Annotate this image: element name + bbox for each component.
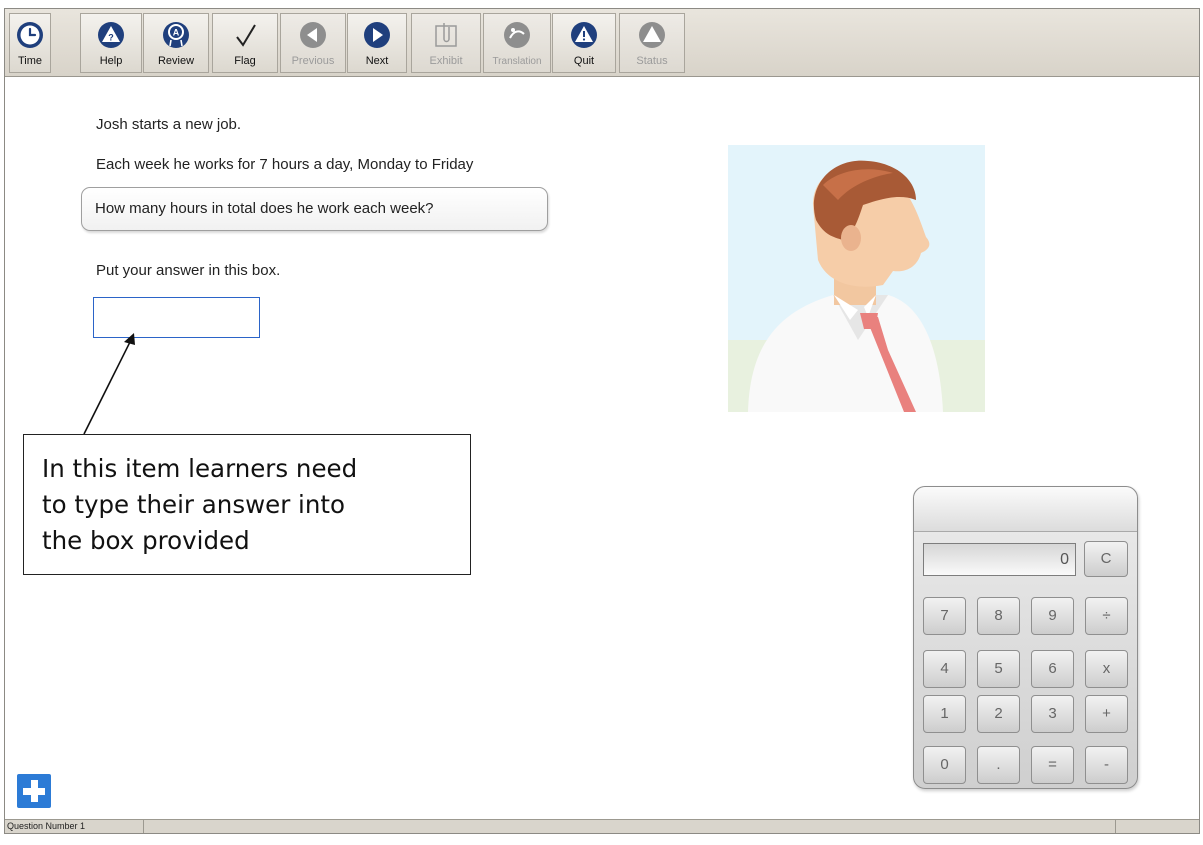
warning-icon: [571, 22, 597, 48]
svg-text:A: A: [173, 28, 180, 38]
calculator-key-equals[interactable]: =: [1031, 746, 1074, 784]
calculator-key-multiply[interactable]: x: [1085, 650, 1128, 688]
calculator-key-add[interactable]: +: [1085, 695, 1128, 733]
calculator-key-9[interactable]: 9: [1031, 597, 1074, 635]
previous-button-label: Previous: [291, 55, 335, 67]
calculator-key-subtract[interactable]: -: [1085, 746, 1128, 784]
review-button[interactable]: A Review: [143, 13, 209, 73]
calculator-key-decimal[interactable]: .: [977, 746, 1020, 784]
calculator-key-7[interactable]: 7: [923, 597, 966, 635]
businessman-portrait: [728, 145, 985, 412]
next-button[interactable]: Next: [347, 13, 407, 73]
calculator-key-2[interactable]: 2: [977, 695, 1020, 733]
callout-line-2: to type their answer into: [42, 490, 345, 519]
status-button-label: Status: [636, 55, 668, 67]
next-arrow-icon: [364, 22, 390, 48]
calculator-key-4[interactable]: 4: [923, 650, 966, 688]
calculator: 0 C 7 8 9 ÷ 4 5 6 x 1 2 3 + 0 . = -: [913, 486, 1138, 789]
calculator-key-0[interactable]: 0: [923, 746, 966, 784]
status-divider: [143, 820, 144, 833]
calculator-key-divide[interactable]: ÷: [1085, 597, 1128, 635]
translation-icon: [504, 22, 530, 48]
callout-box: In this item learners need to type their…: [23, 434, 471, 575]
expand-plus-button[interactable]: [17, 774, 51, 808]
calculator-key-8[interactable]: 8: [977, 597, 1020, 635]
calculator-display: 0: [923, 543, 1076, 576]
calculator-key-6[interactable]: 6: [1031, 650, 1074, 688]
quit-button-label: Quit: [573, 55, 595, 67]
exhibit-button[interactable]: Exhibit: [411, 13, 481, 73]
status-divider: [1115, 820, 1116, 833]
calculator-key-5[interactable]: 5: [977, 650, 1020, 688]
time-button[interactable]: Time: [9, 13, 51, 73]
svg-text:?: ?: [108, 33, 114, 43]
paperclip-icon: [435, 23, 457, 47]
toolbar: Time ? Help A Review Flag Previous Next …: [5, 9, 1199, 77]
question-number: Question Number 1: [7, 821, 86, 831]
question-line-1: Josh starts a new job.: [96, 116, 242, 133]
status-icon: [639, 22, 665, 48]
calculator-key-clear[interactable]: C: [1084, 541, 1128, 577]
clock-icon: [17, 22, 43, 48]
calculator-key-3[interactable]: 3: [1031, 695, 1074, 733]
callout-line-1: In this item learners need: [42, 454, 358, 483]
translation-button[interactable]: Translation: [483, 13, 551, 73]
callout-line-3: the box provided: [42, 526, 250, 555]
answer-instruction: Put your answer in this box.: [96, 262, 281, 279]
question-line-2: Each week he works for 7 hours a day, Mo…: [96, 156, 474, 173]
help-button[interactable]: ? Help: [80, 13, 142, 73]
time-button-label: Time: [17, 55, 43, 67]
flag-button-label: Flag: [234, 55, 256, 67]
previous-arrow-icon: [300, 22, 326, 48]
exhibit-button-label: Exhibit: [429, 55, 463, 67]
previous-button[interactable]: Previous: [280, 13, 346, 73]
translation-button-label: Translation: [492, 56, 542, 67]
help-icon: ?: [98, 22, 124, 48]
flag-button[interactable]: Flag: [212, 13, 278, 73]
checkmark-icon: [236, 24, 256, 47]
status-bar: Question Number 1: [5, 819, 1199, 833]
help-button-label: Help: [99, 55, 123, 67]
review-icon: A: [163, 22, 189, 48]
next-button-label: Next: [365, 55, 389, 67]
question-prompt: How many hours in total does he work eac…: [81, 187, 548, 231]
review-button-label: Review: [157, 55, 195, 67]
answer-input[interactable]: [93, 297, 260, 338]
calculator-key-1[interactable]: 1: [923, 695, 966, 733]
status-button[interactable]: Status: [619, 13, 685, 73]
test-window: Time ? Help A Review Flag Previous Next …: [4, 8, 1200, 834]
quit-button[interactable]: Quit: [552, 13, 616, 73]
calculator-title-bar[interactable]: [914, 487, 1137, 532]
